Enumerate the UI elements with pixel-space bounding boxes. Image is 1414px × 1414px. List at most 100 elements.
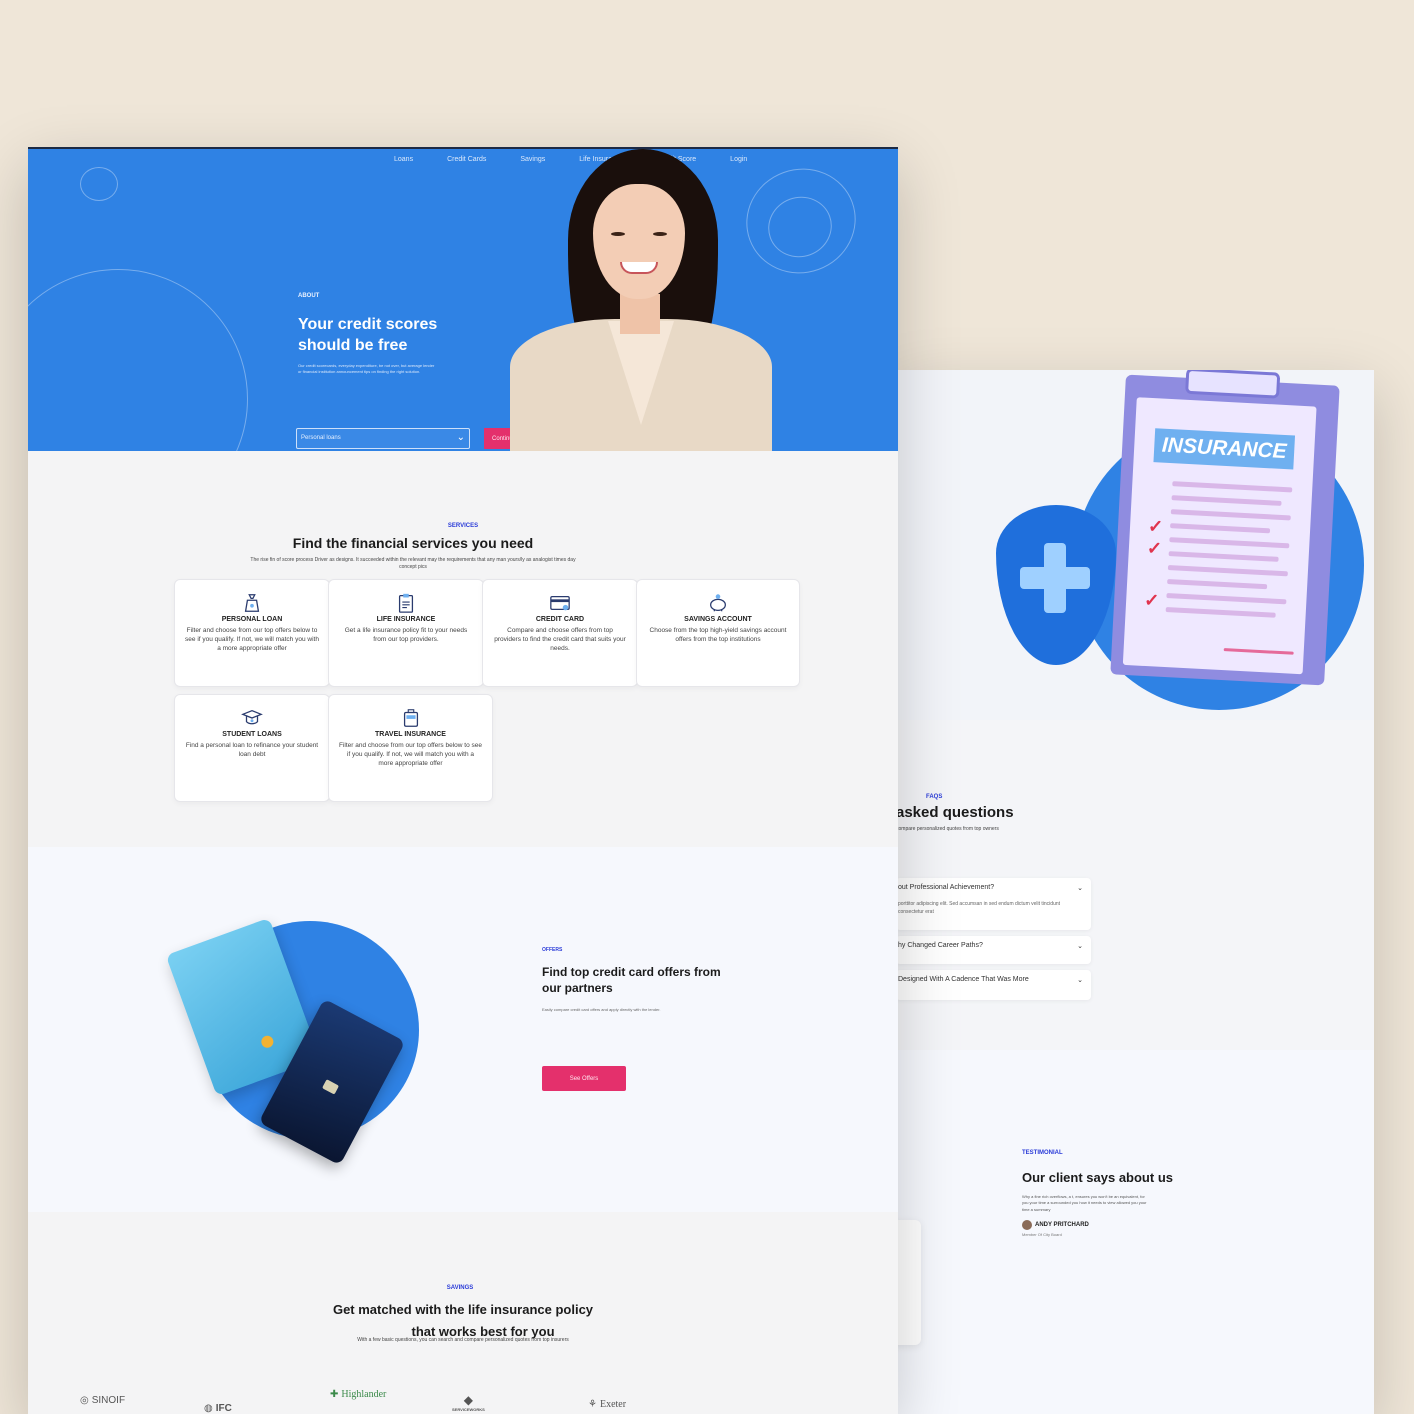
piggy-bank-icon (710, 594, 726, 612)
contour-decoration (28, 269, 248, 451)
portrait-eye (611, 232, 625, 236)
text-line (1168, 551, 1279, 562)
card-description: Get a life insurance policy fit to your … (344, 627, 468, 643)
clipboard-icon (398, 593, 414, 613)
logo-mark-icon: ◍ (204, 1403, 213, 1414)
faq-subtitle: compare personalized quotes from top own… (896, 826, 999, 832)
service-card-personal-loan[interactable]: PERSONAL LOAN Filter and choose from our… (174, 579, 330, 687)
services-subtitle: The rise fin of score process Driver as … (250, 557, 576, 570)
select-value: Personal loans (301, 435, 341, 441)
service-card-student-loans[interactable]: STUDENT LOANS Find a personal loan to re… (174, 694, 330, 802)
logo-mark-icon: ✚ (330, 1389, 339, 1400)
logo-text: Highlander (341, 1389, 387, 1400)
testimonial-card-left (896, 1220, 921, 1345)
faq-item[interactable]: Designed With A Cadence That Was More ⌄ (896, 970, 1091, 1000)
card-logo (259, 1034, 276, 1050)
clipboard-clip (1185, 370, 1281, 399)
insurance-label: INSURANCE (1153, 428, 1296, 470)
logo-text: SINOIF (91, 1395, 126, 1406)
author-role: Member Of City Board (1022, 1232, 1062, 1237)
check-icon: ✓ (1146, 537, 1163, 559)
faq-item[interactable]: hy Changed Career Paths? ⌄ (896, 936, 1091, 964)
money-bag-icon (244, 594, 260, 612)
avatar (1022, 1220, 1032, 1230)
logo-text: SERVICEWORKS (452, 1407, 485, 1412)
portrait-eye (653, 232, 667, 236)
card-title: CREDIT CARD (535, 616, 585, 623)
portrait-smile (620, 262, 658, 274)
portrait-neck (620, 294, 660, 334)
service-card-credit-card[interactable]: CREDIT CARD Compare and choose offers fr… (482, 579, 638, 687)
faq-question: Designed With A Cadence That Was More (898, 976, 1029, 983)
offers-title: Find top credit card offers from our par… (542, 965, 721, 995)
chevron-down-icon[interactable]: ⌄ (1077, 942, 1083, 950)
partner-logo-serviceworks: ◆ SERVICEWORKS (452, 1393, 485, 1412)
text-line (1167, 579, 1268, 590)
chevron-down-icon: ⌄ (456, 432, 465, 443)
logo-mark-icon: ◆ (463, 1393, 474, 1407)
check-icon: ✓ (1147, 515, 1164, 537)
graduation-cap-icon (241, 709, 263, 725)
text-line (1169, 537, 1290, 549)
logo-text: Exeter (599, 1399, 627, 1410)
cross-horizontal (1020, 567, 1090, 589)
partner-logo-ifc: ◍ IFC (204, 1403, 232, 1414)
logo-mark-icon: ◎ (80, 1395, 89, 1406)
offers-tag: OFFERS (542, 947, 563, 953)
service-card-life-insurance[interactable]: LIFE INSURANCE Get a life insurance poli… (328, 579, 484, 687)
card-description: Filter and choose from our top offers be… (185, 627, 319, 652)
contour-decoration (80, 167, 118, 201)
insurance-hero: INSURANCE ✓ ✓ ✓ (896, 370, 1374, 720)
faq-title: asked questions (896, 804, 1014, 821)
card-description: Find a personal loan to refinance your s… (185, 742, 319, 758)
service-card-travel-insurance[interactable]: TRAVEL INSURANCE Filter and choose from … (328, 694, 493, 802)
services-tag: SERVICES (447, 523, 479, 529)
card-description: Filter and choose from our top offers be… (339, 742, 482, 767)
clipboard-paper: INSURANCE ✓ ✓ ✓ (1122, 397, 1317, 675)
logo-text: IFC (215, 1403, 232, 1414)
text-line (1167, 565, 1288, 577)
text-line (1165, 607, 1276, 618)
hero-description: Our credit scorecards, everyday expendit… (298, 363, 435, 374)
luggage-icon (403, 709, 418, 727)
match-tag: SAVINGS (446, 1285, 474, 1291)
logo-mark-icon: ⚘ (588, 1399, 597, 1410)
text-line (1171, 495, 1282, 506)
loan-type-select[interactable]: Personal loans ⌄ (296, 428, 470, 449)
card-title: LIFE INSURANCE (376, 616, 436, 623)
faq-answer: porttitor adipiscing elit. Sed accumsan … (898, 901, 1061, 915)
faq-item[interactable]: out Professional Achievement? ⌄ porttito… (896, 878, 1091, 930)
text-line (1172, 481, 1293, 493)
hero-tag: ABOUT (298, 293, 320, 299)
chevron-down-icon[interactable]: ⌄ (1077, 976, 1083, 984)
partner-logo-exeter: ⚘ Exeter (588, 1399, 626, 1410)
text-line (1166, 593, 1287, 605)
card-title: STUDENT LOANS (222, 731, 282, 738)
card-chip (322, 1079, 340, 1095)
nav-loans[interactable]: Loans (394, 156, 413, 163)
author-name: ANDY PRITCHARD (1035, 1222, 1089, 1228)
match-subtitle: With a few basic questions, you can sear… (357, 1337, 569, 1343)
offers-description: Easily compare credit card offers and ap… (542, 1007, 661, 1012)
offers-section: OFFERS Find top credit card offers from … (28, 847, 898, 1212)
card-title: SAVINGS ACCOUNT (684, 616, 752, 623)
check-icon: ✓ (1143, 589, 1160, 611)
faq-question: hy Changed Career Paths? (898, 942, 983, 949)
see-offers-button[interactable]: See Offers (542, 1066, 626, 1091)
testimonial-section: TESTIMONIAL Our client says about us Why… (896, 1050, 1374, 1414)
partner-logo-sinoif: ◎ SINOIF (80, 1395, 125, 1406)
back-page-preview: INSURANCE ✓ ✓ ✓ FAQS asked questions com… (896, 370, 1374, 1414)
hero-portrait (508, 149, 788, 451)
testimonial-tag: TESTIMONIAL (1022, 1150, 1063, 1156)
front-page-preview: Loans Credit Cards Savings Life Insuranc… (28, 147, 898, 1414)
services-title: Find the financial services you need (292, 535, 534, 551)
card-description: Compare and choose offers from top provi… (494, 627, 626, 652)
signature-line (1223, 648, 1294, 655)
service-card-savings-account[interactable]: SAVINGS ACCOUNT Choose from the top high… (636, 579, 800, 687)
card-title: PERSONAL LOAN (221, 616, 283, 623)
text-line (1170, 523, 1271, 534)
testimonial-title: Our client says about us (1022, 1170, 1173, 1185)
nav-credit-cards[interactable]: Credit Cards (447, 156, 486, 163)
card-description: Choose from the top high-yield savings a… (649, 627, 787, 643)
chevron-down-icon[interactable]: ⌄ (1077, 884, 1083, 892)
